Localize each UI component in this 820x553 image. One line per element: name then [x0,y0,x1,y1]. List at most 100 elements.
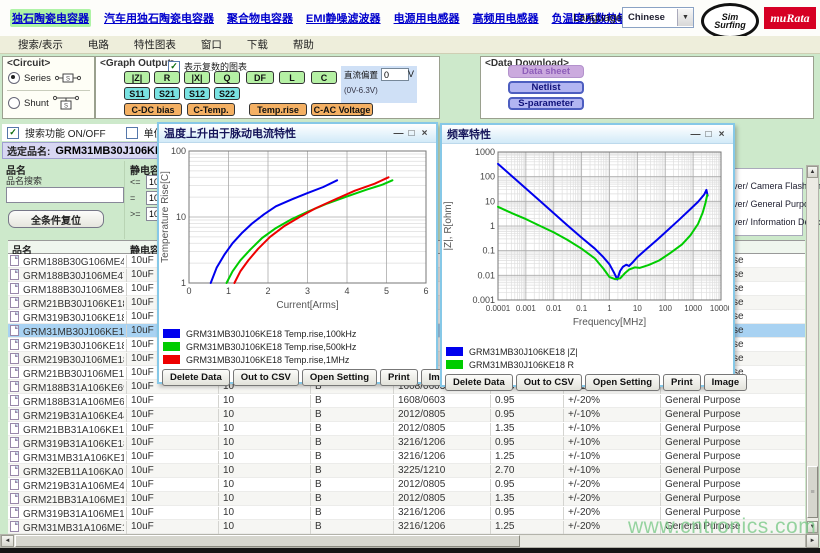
graph-button-c-dc-bias[interactable]: C-DC bias [124,103,182,116]
open-setting-button[interactable]: Open Setting [585,374,660,391]
menu-item[interactable]: 帮助 [293,37,314,52]
graph-button--z-[interactable]: |Z| [124,71,150,84]
unit-checkbox[interactable] [126,127,138,139]
part-name-cell: GRM188B30G106ME46 [10,255,124,268]
menu-item[interactable]: 下载 [247,37,268,52]
graph-button-df[interactable]: DF [246,71,274,84]
scroll-down-button[interactable]: ▼ [807,521,818,533]
graph-button-temp-rise[interactable]: Temp.rise [249,103,307,116]
download-s-parameter-button[interactable]: S-parameter [508,97,584,110]
nav-link[interactable]: 汽车用独石陶瓷电容器 [104,10,214,26]
scroll-right-button[interactable]: ► [806,534,819,548]
series-radio[interactable] [8,72,20,84]
graph-button-c[interactable]: C [311,71,337,84]
out-to-csv-button[interactable]: Out to CSV [516,374,582,391]
download-netlist-button[interactable]: Netlist [508,81,584,94]
menu-item[interactable]: 特性图表 [134,37,176,52]
graph-button-s22[interactable]: S22 [214,87,240,100]
nav-link[interactable]: 聚合物电容器 [227,10,293,26]
window-title: 温度上升由于脉动电流特性 [164,125,392,141]
horizontal-scrollbar-thumb[interactable] [15,535,520,547]
table-row[interactable]: GRM32EB11A106KA0110uF10B3225/12102.70+/-… [8,464,805,478]
graph-button-l[interactable]: L [279,71,305,84]
graph-button-s21[interactable]: S21 [154,87,180,100]
nav-link[interactable]: 电源用电感器 [394,10,460,26]
table-row[interactable]: GRM219B31A106ME4410uF10B2012/08050.95+/-… [8,478,805,492]
size-cell: 3216/1206 [393,451,445,464]
reset-filters-button[interactable]: 全条件复位 [8,210,104,228]
circuit-shunt-option[interactable]: Shunt S [8,95,79,111]
maximize-icon[interactable]: □ [405,128,418,139]
minimize-icon[interactable]: — [392,128,405,139]
print-button[interactable]: Print [663,374,701,391]
part-name-cell: GRM219B31A106KE44 [10,409,124,422]
table-row[interactable]: GRM31MB31A106ME1810uF10B3216/12061.25+/-… [8,520,805,534]
legend-label: GRM31MB30J106KE18 Temp.rise,500kHz [186,342,356,352]
maximize-icon[interactable]: □ [702,129,715,140]
dc-bias-range: (0V-6.3V) [344,86,378,95]
graph-button-c-temp-[interactable]: C-Temp. [187,103,235,116]
horizontal-scrollbar[interactable]: ◄ [0,534,806,548]
table-row[interactable]: GRM319B31A106KE1810uF10B3216/12060.95+/-… [8,436,805,450]
chevron-down-icon[interactable]: ▼ [677,9,693,26]
graph-button-s11[interactable]: S11 [124,87,150,100]
vertical-scrollbar-thumb[interactable]: ≡ [807,466,818,518]
scroll-left-button[interactable]: ◄ [1,535,14,547]
circuit-series-option[interactable]: Series S [8,72,81,84]
temp-rise-chart: 1101000123456Current[Arms]Temperature Ri… [159,143,436,325]
download-data-sheet-button[interactable]: Data sheet [508,65,584,78]
graph-button-s12[interactable]: S12 [184,87,210,100]
graph-button-c-ac-voltage[interactable]: C-AC Voltage [311,103,373,116]
image-button[interactable]: Image [704,374,747,391]
svg-text:0.0001: 0.0001 [486,304,511,313]
delete-data-button[interactable]: Delete Data [162,369,230,386]
close-icon[interactable]: × [715,129,728,140]
search-onoff-checkbox[interactable]: ✓ [7,127,19,139]
cap-cell: 10uF [126,353,154,366]
series-label: Series [24,73,51,84]
frequency-window-titlebar[interactable]: 频率特性 — □ × [442,125,733,144]
murata-logo: muRata [764,7,816,29]
table-row[interactable]: GRM188B31A106ME6910uF10B1608/06030.95+/-… [8,394,805,408]
menu-item[interactable]: 窗口 [201,37,222,52]
purpose-cell: General Purpose [660,423,741,436]
nav-link[interactable]: 独石陶瓷电容器 [10,9,91,27]
tc-cell: B [310,507,322,520]
minimize-icon[interactable]: — [689,129,702,140]
vertical-scrollbar[interactable]: ▲ ≡ ▼ [806,165,819,534]
print-button[interactable]: Print [380,369,418,386]
shunt-radio[interactable] [8,97,20,109]
graph-button--x-[interactable]: |X| [184,71,210,84]
main-area: ✓ 搜索功能 ON/OFF 单位指定 选定品名: GRM31MB30J106KE… [0,120,820,553]
language-select[interactable]: Chinese ▼ [622,7,694,28]
purpose-cell: General Purpose [660,395,741,408]
temp-rise-window-titlebar[interactable]: 温度上升由于脉动电流特性 — □ × [159,124,436,143]
legend-color-swatch [163,342,180,351]
graph-button-q[interactable]: Q [214,71,240,84]
part-name-cell: GRM21BB31A106KE18 [10,423,124,436]
table-row[interactable]: GRM31MB31A106KE1810uF10B3216/12061.25+/-… [8,450,805,464]
out-to-csv-button[interactable]: Out to CSV [233,369,299,386]
tol-cell: +/-20% [563,521,600,534]
dc-bias-input[interactable] [381,68,409,81]
graph-button-r[interactable]: R [154,71,180,84]
scroll-up-button[interactable]: ▲ [807,166,818,178]
part-name-search-input[interactable] [6,187,124,203]
nav-link[interactable]: 高频用电感器 [473,10,539,26]
close-icon[interactable]: × [418,128,431,139]
menu-item[interactable]: 电路 [88,37,109,52]
svg-text:3: 3 [305,286,310,296]
open-setting-button[interactable]: Open Setting [302,369,377,386]
table-row[interactable]: GRM21BB31A106KE1810uF10B2012/08051.35+/-… [8,422,805,436]
part-name-cell: GRM21BB31A106ME18 [10,493,124,506]
search-onoff-label: 搜索功能 ON/OFF [25,125,106,140]
divider [7,90,90,91]
table-row[interactable]: GRM219B31A106KE4410uF10B2012/08050.95+/-… [8,408,805,422]
part-name-cell: GRM31MB31A106ME18 [10,521,124,534]
menu-item[interactable]: 搜索/表示 [18,37,63,52]
th-cell: 1.25 [490,521,514,534]
table-row[interactable]: GRM319B31A106ME1810uF10B3216/12060.95+/-… [8,506,805,520]
table-row[interactable]: GRM21BB31A106ME1810uF10B2012/08051.35+/-… [8,492,805,506]
delete-data-button[interactable]: Delete Data [445,374,513,391]
nav-link[interactable]: EMI静噪滤波器 [306,10,381,26]
